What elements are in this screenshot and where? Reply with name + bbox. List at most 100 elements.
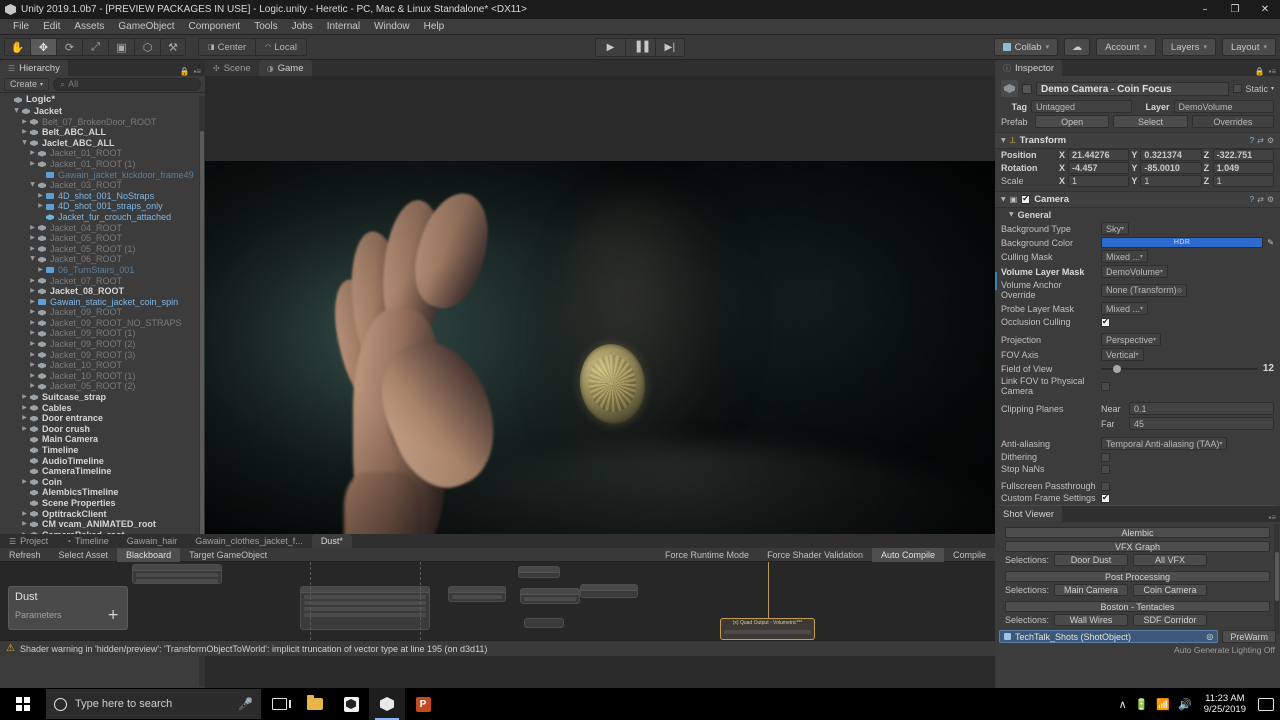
disclosure-triangle-icon[interactable]: ▼ xyxy=(28,254,37,265)
graph-node[interactable] xyxy=(518,566,560,578)
hierarchy-item-jacket-01-root-1[interactable]: ▶ Jacket_01_ROOT (1) xyxy=(0,159,205,170)
probe-layer-mask-dropdown[interactable]: Mixed ... ▾ xyxy=(1101,302,1149,315)
file-explorer-icon[interactable] xyxy=(297,688,333,720)
menu-gameobject[interactable]: GameObject xyxy=(111,19,181,35)
hierarchy-item-door-entrance[interactable]: ▶ Door entrance xyxy=(0,413,205,424)
create-button[interactable]: Create ▾ xyxy=(4,77,50,91)
custom-tool-icon[interactable]: ⚒ xyxy=(160,38,186,56)
battery-icon[interactable]: 🔋 xyxy=(1135,698,1149,711)
bottom-tab-gawain-clothes-jacket-f[interactable]: Gawain_clothes_jacket_f... xyxy=(186,534,312,548)
pivot-mode-button[interactable]: ◨ Center xyxy=(198,38,256,56)
transform-component-header[interactable]: ▼ ⟂ Transform ? ⇄ ⚙ xyxy=(995,132,1280,149)
hierarchy-item-cm-vcam-animated-root[interactable]: ▶ CM vcam_ANIMATED_root xyxy=(0,519,205,530)
hierarchy-item-scene-properties[interactable]: Scene Properties xyxy=(0,498,205,509)
taskbar-search-input[interactable]: Type here to search 🎤 xyxy=(46,689,261,719)
layout-button[interactable]: Layout ▾ xyxy=(1221,38,1276,56)
prefab-open-button[interactable]: Open xyxy=(1035,115,1110,128)
menu-file[interactable]: File xyxy=(6,19,36,35)
graph-node[interactable] xyxy=(580,584,638,598)
account-button[interactable]: Account ▾ xyxy=(1096,38,1156,56)
shader-graph-canvas[interactable]: Dust Parameters + (x) Quad Output - Volu… xyxy=(0,562,995,640)
menu-internal[interactable]: Internal xyxy=(320,19,367,35)
disclosure-triangle-icon[interactable]: ▶ xyxy=(20,117,29,128)
play-button[interactable]: ▶ xyxy=(595,37,625,57)
hierarchy-item-jacket-10-root[interactable]: ▶ Jacket_10_ROOT xyxy=(0,360,205,371)
disclosure-triangle-icon[interactable]: ▼ xyxy=(12,106,21,117)
microphone-icon[interactable]: 🎤 xyxy=(238,697,253,711)
shot-button-main-camera[interactable]: Main Camera xyxy=(1054,584,1129,596)
rotate-tool-icon[interactable]: ⟳ xyxy=(56,38,82,56)
disclosure-triangle-icon[interactable]: ▶ xyxy=(28,159,37,170)
disclosure-triangle-icon[interactable]: ▶ xyxy=(28,297,37,308)
shot-group-boston-tentacles[interactable]: Boston - Tentacles xyxy=(1005,601,1270,612)
hierarchy-item-jacket-05-root[interactable]: ▶ Jacket_05_ROOT xyxy=(0,233,205,244)
chevron-down-icon[interactable]: ▼ xyxy=(1009,211,1014,218)
hierarchy-item-timeline[interactable]: Timeline xyxy=(0,445,205,456)
tab-inspector[interactable]: ⓘ Inspector xyxy=(995,60,1063,76)
select-asset-button[interactable]: Select Asset xyxy=(50,548,118,562)
hierarchy-item-coin[interactable]: ▶ Coin xyxy=(0,477,205,488)
disclosure-triangle-icon[interactable]: ▶ xyxy=(28,223,37,234)
collab-button[interactable]: Collab ▾ xyxy=(993,38,1059,56)
prewarm-button[interactable]: PreWarm xyxy=(1222,630,1276,643)
transform-position-z-field[interactable]: -322.751 xyxy=(1212,149,1274,161)
step-button[interactable]: ▶| xyxy=(655,37,685,57)
chevron-down-icon[interactable]: ▾ xyxy=(1271,85,1274,92)
disclosure-triangle-icon[interactable]: ▼ xyxy=(28,180,37,191)
show-hidden-icons-chevron[interactable]: ∧ xyxy=(1119,698,1127,711)
hierarchy-item-belt-abc-all[interactable]: ▶ Belt_ABC_ALL xyxy=(0,127,205,138)
minimize-button[interactable]: – xyxy=(1190,0,1220,19)
hierarchy-item-06-turnstairs-001[interactable]: ▶ 06_TurnStairs_001 xyxy=(0,265,205,276)
lock-icon[interactable]: 🔒 xyxy=(180,67,190,76)
camera-enabled-checkbox[interactable] xyxy=(1021,194,1031,204)
hierarchy-item-jacket-07-root[interactable]: ▶ Jacket_07_ROOT xyxy=(0,276,205,287)
blackboard-toggle[interactable]: Blackboard xyxy=(117,547,181,562)
disclosure-triangle-icon[interactable]: ▶ xyxy=(36,191,45,202)
disclosure-triangle-icon[interactable]: ▶ xyxy=(20,127,29,138)
transform-scale-z-field[interactable]: 1 xyxy=(1212,175,1274,187)
hierarchy-item-jacket-09-root-2[interactable]: ▶ Jacket_09_ROOT (2) xyxy=(0,339,205,350)
master-node[interactable]: (x) Quad Output - Volumetric*** xyxy=(720,618,815,640)
start-button[interactable] xyxy=(0,688,46,720)
graph-node[interactable] xyxy=(448,586,506,602)
layer-dropdown[interactable]: DemoVolume xyxy=(1173,100,1274,113)
cloud-button[interactable]: ☁ xyxy=(1064,38,1091,56)
pause-button[interactable]: ▐▐ xyxy=(625,37,655,57)
hierarchy-item-jacket-09-root-1[interactable]: ▶ Jacket_09_ROOT (1) xyxy=(0,328,205,339)
hierarchy-search-input[interactable]: ⌕ All xyxy=(53,77,201,91)
menu-jobs[interactable]: Jobs xyxy=(285,19,320,35)
menu-window[interactable]: Window xyxy=(367,19,417,35)
add-parameter-button[interactable]: + xyxy=(107,607,119,623)
close-button[interactable]: ✕ xyxy=(1250,0,1280,19)
volume-icon[interactable]: 🔊 xyxy=(1178,698,1192,711)
hierarchy-item-jacket-04-root[interactable]: ▶ Jacket_04_ROOT xyxy=(0,223,205,234)
rect-tool-icon[interactable]: ▣ xyxy=(108,38,134,56)
hierarchy-item-jaclet-abc-all[interactable]: ▼ Jaclet_ABC_ALL xyxy=(0,138,205,149)
gear-icon[interactable]: ⚙ xyxy=(1267,195,1274,204)
shot-button-wall-wires[interactable]: Wall Wires xyxy=(1054,614,1129,626)
eyedropper-icon[interactable]: ✎ xyxy=(1267,238,1274,247)
tab-scene[interactable]: ✣ Scene xyxy=(205,60,259,76)
disclosure-triangle-icon[interactable]: ▶ xyxy=(20,477,29,488)
bottom-tab-timeline[interactable]: ◔ Timeline xyxy=(57,534,118,548)
gear-icon[interactable]: ⚙ xyxy=(1267,136,1274,145)
hierarchy-item-suitcase-strap[interactable]: ▶ Suitcase_strap xyxy=(0,392,205,403)
field-of-view-slider-knob[interactable] xyxy=(1113,364,1122,373)
hierarchy-item-gawain-static-jacket-coin-spin[interactable]: ▶ Gawain_static_jacket_coin_spin xyxy=(0,297,205,308)
hierarchy-item-jacket-09-root-3[interactable]: ▶ Jacket_09_ROOT (3) xyxy=(0,350,205,361)
shot-button-sdf-corridor[interactable]: SDF Corridor xyxy=(1133,614,1208,626)
hierarchy-item-jacket-10-root-1[interactable]: ▶ Jacket_10_ROOT (1) xyxy=(0,371,205,382)
hierarchy-item-jacket-08-root[interactable]: ▶ Jacket_08_ROOT xyxy=(0,286,205,297)
disclosure-triangle-icon[interactable]: ▶ xyxy=(20,413,29,424)
disclosure-triangle-icon[interactable]: ▶ xyxy=(28,371,37,382)
hierarchy-item-gawain-jacket-kickdoor-frame49[interactable]: Gawain_jacket_kickdoor_frame49 xyxy=(0,170,205,181)
transform-rotation-x-field[interactable]: -4.457 xyxy=(1068,162,1130,174)
disclosure-triangle-icon[interactable]: ▶ xyxy=(28,233,37,244)
static-toggle[interactable]: Static ▾ xyxy=(1233,84,1274,94)
hierarchy-item-cameratimeline[interactable]: CameraTimeline xyxy=(0,466,205,477)
menu-component[interactable]: Component xyxy=(182,19,248,35)
hierarchy-item-alembicstimeline[interactable]: AlembicsTimeline xyxy=(0,487,205,498)
menu-help[interactable]: Help xyxy=(417,19,452,35)
clipping-near-field[interactable]: 0.1 xyxy=(1129,402,1274,415)
hierarchy-item-jacket-06-root[interactable]: ▼ Jacket_06_ROOT xyxy=(0,254,205,265)
